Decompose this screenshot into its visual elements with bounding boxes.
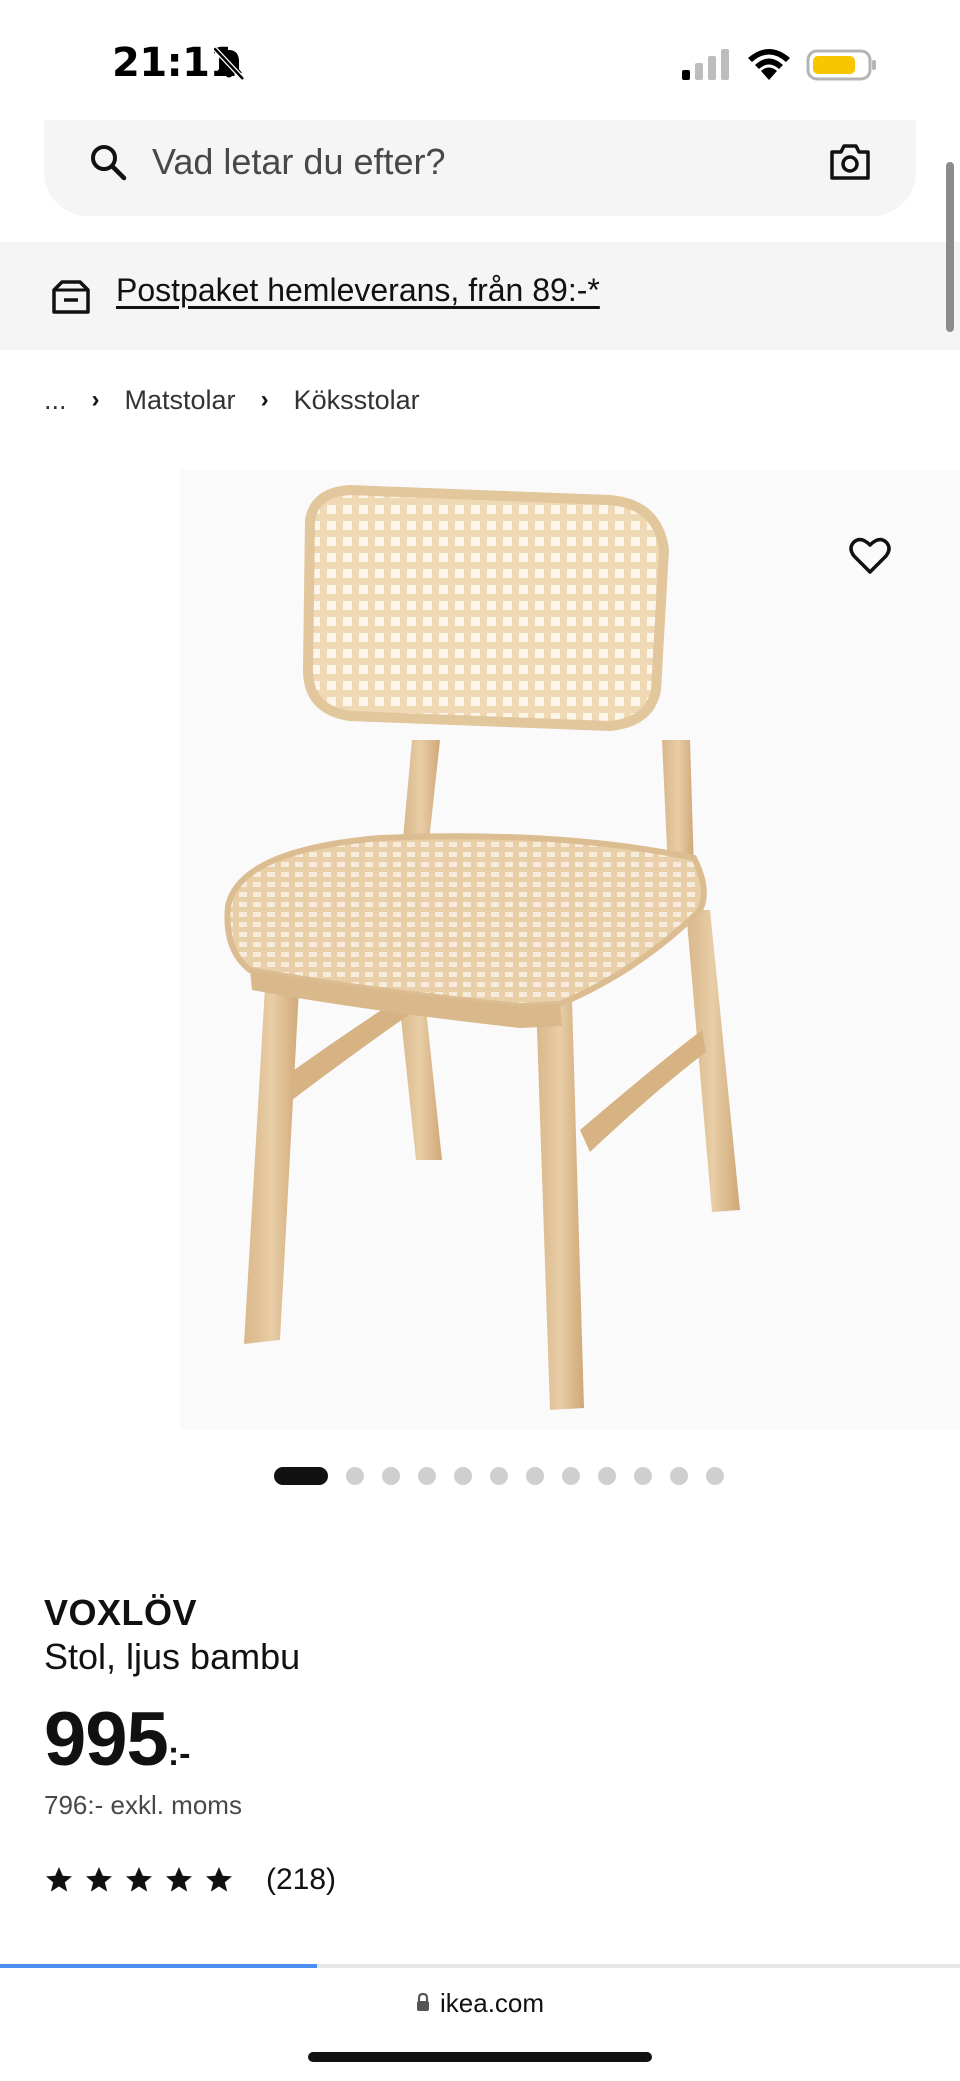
carousel-dot[interactable] (634, 1467, 652, 1485)
star-icon (86, 1867, 112, 1892)
product-brand: VOXLÖV (44, 1592, 198, 1633)
breadcrumb: ... › Matstolar › Köksstolar (44, 380, 420, 420)
price-suffix: :- (167, 1735, 191, 1773)
carousel-dots (274, 1466, 742, 1486)
carousel-dot[interactable] (382, 1467, 400, 1485)
search-input[interactable] (152, 134, 792, 190)
carousel-dot[interactable] (670, 1467, 688, 1485)
status-bar: 21:11 (0, 0, 960, 130)
rating-count: (218) (266, 1863, 337, 1896)
browser-address-bar[interactable]: ikea.com (0, 1968, 960, 2081)
favorite-button[interactable] (842, 528, 898, 584)
battery-icon (806, 49, 876, 81)
breadcrumb-matstolar[interactable]: Matstolar (125, 385, 236, 416)
delivery-banner[interactable]: Postpaket hemleverans, från 89:-* (0, 242, 960, 350)
carousel-dot[interactable] (706, 1467, 724, 1485)
carousel-dot[interactable] (562, 1467, 580, 1485)
home-indicator[interactable] (308, 2052, 652, 2062)
price-value: 995 (44, 1697, 169, 1782)
product-description: Stol, ljus bambu (44, 1636, 301, 1677)
heart-icon (849, 537, 891, 574)
carousel-dot[interactable] (418, 1467, 436, 1485)
carousel-dot-active[interactable] (274, 1467, 328, 1485)
rating-stars (44, 1865, 244, 1895)
url-text[interactable]: ikea.com (440, 1988, 544, 2019)
wifi-icon (748, 49, 790, 80)
search-icon (91, 145, 127, 181)
star-icon (126, 1867, 152, 1892)
product-image[interactable] (180, 470, 960, 1430)
carousel-dot[interactable] (526, 1467, 544, 1485)
price-excl-vat: 796:- exkl. moms (44, 1790, 242, 1820)
scrollbar[interactable] (946, 162, 954, 332)
delivery-link[interactable]: Postpaket hemleverans, från 89:-* (116, 272, 600, 309)
carousel-dot[interactable] (346, 1467, 364, 1485)
chevron-right-icon: › (91, 386, 100, 413)
product-price: 995:- (44, 1696, 190, 1783)
chevron-right-icon: › (260, 386, 269, 413)
cellular-signal-icon (682, 49, 729, 80)
breadcrumb-koksstolar[interactable]: Köksstolar (294, 385, 420, 416)
bell-muted-icon (213, 47, 245, 81)
chair-illustration (224, 484, 740, 1410)
carousel-dot[interactable] (454, 1467, 472, 1485)
breadcrumb-ellipsis[interactable]: ... (44, 385, 67, 416)
product-rating[interactable]: (218) (44, 1860, 336, 1900)
carousel-dot[interactable] (598, 1467, 616, 1485)
carousel-dot[interactable] (490, 1467, 508, 1485)
star-icon (166, 1867, 192, 1892)
star-icon (46, 1867, 72, 1892)
truck-icon (52, 280, 90, 314)
camera-icon[interactable] (828, 142, 872, 182)
lock-icon (417, 1992, 429, 2011)
star-icon (206, 1867, 232, 1892)
search-bar[interactable] (44, 120, 916, 216)
